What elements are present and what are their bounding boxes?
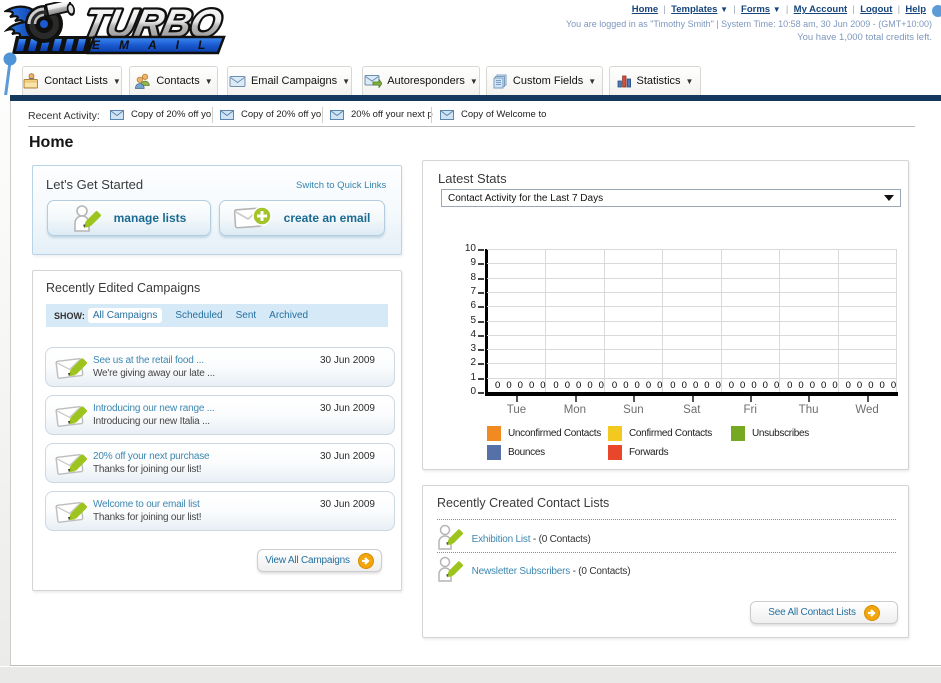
svg-text:EMAIL: EMAIL (92, 38, 224, 52)
